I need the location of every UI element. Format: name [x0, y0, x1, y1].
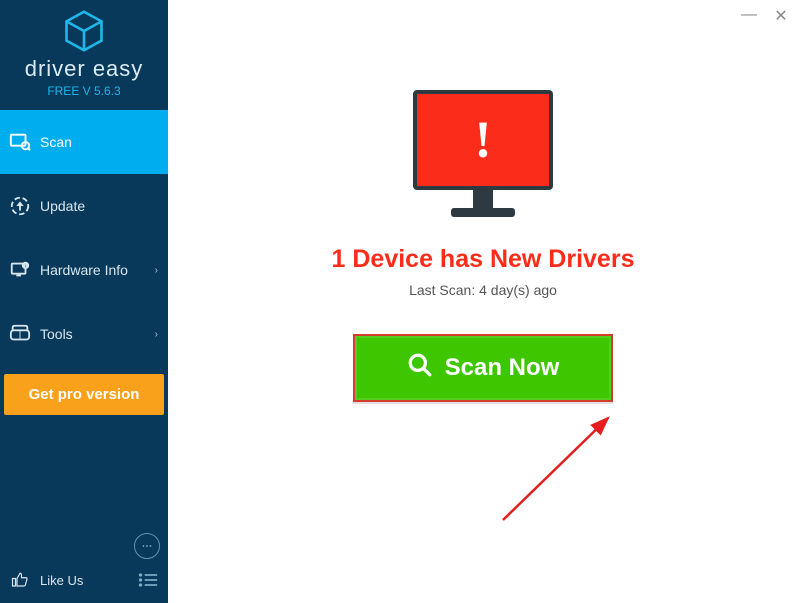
nav-label-update: Update: [40, 198, 158, 214]
nav-item-hardware-info[interactable]: i Hardware Info ›: [0, 238, 168, 302]
hardware-icon: i: [8, 258, 32, 282]
monitor-screen: !: [413, 90, 553, 190]
nav-label-hardware: Hardware Info: [40, 262, 155, 278]
alert-monitor-graphic: !: [413, 90, 553, 217]
nav-item-scan[interactable]: Scan: [0, 110, 168, 174]
menu-list-icon[interactable]: [136, 567, 160, 593]
monitor-base: [451, 208, 515, 217]
thumbs-up-icon: [8, 568, 32, 592]
sidebar: driver easy FREE V 5.6.3 Scan Update i: [0, 0, 168, 603]
get-pro-button[interactable]: Get pro version: [4, 374, 164, 415]
nav: Scan Update i Hardware Info › Tools: [0, 110, 168, 366]
svg-text:i: i: [25, 263, 26, 268]
update-icon: [8, 194, 32, 218]
like-us-button[interactable]: Like Us: [8, 568, 136, 592]
monitor-stand: [473, 190, 493, 208]
scan-content: ! 1 Device has New Drivers Last Scan: 4 …: [168, 0, 798, 402]
annotation-arrow: [498, 410, 658, 530]
scan-now-label: Scan Now: [445, 354, 560, 382]
scan-headline: 1 Device has New Drivers: [332, 245, 635, 274]
sidebar-bottom: Like Us: [0, 527, 168, 603]
app-logo-area: driver easy FREE V 5.6.3: [0, 0, 168, 110]
window-controls: — ✕: [740, 6, 790, 26]
nav-label-scan: Scan: [40, 134, 158, 150]
tools-icon: [8, 322, 32, 346]
scan-icon: [8, 130, 32, 154]
nav-item-tools[interactable]: Tools ›: [0, 302, 168, 366]
brand-name: driver easy: [25, 56, 144, 82]
scan-now-button[interactable]: Scan Now: [353, 334, 613, 402]
exclamation-icon: !: [474, 111, 491, 170]
like-us-label: Like Us: [40, 573, 83, 588]
version-label: FREE V 5.6.3: [47, 84, 120, 98]
cube-logo-icon: [63, 10, 105, 52]
minimize-button[interactable]: —: [740, 6, 758, 26]
chevron-right-icon: ›: [155, 329, 158, 340]
feedback-icon[interactable]: [134, 533, 160, 559]
nav-label-tools: Tools: [40, 326, 155, 342]
last-scan-text: Last Scan: 4 day(s) ago: [409, 282, 557, 298]
close-button[interactable]: ✕: [772, 6, 790, 26]
nav-item-update[interactable]: Update: [0, 174, 168, 238]
magnify-icon: [407, 352, 433, 385]
chevron-right-icon: ›: [155, 265, 158, 276]
get-pro-label: Get pro version: [29, 386, 140, 403]
main-panel: — ✕ ! 1 Device has New Drivers Last Scan…: [168, 0, 798, 603]
